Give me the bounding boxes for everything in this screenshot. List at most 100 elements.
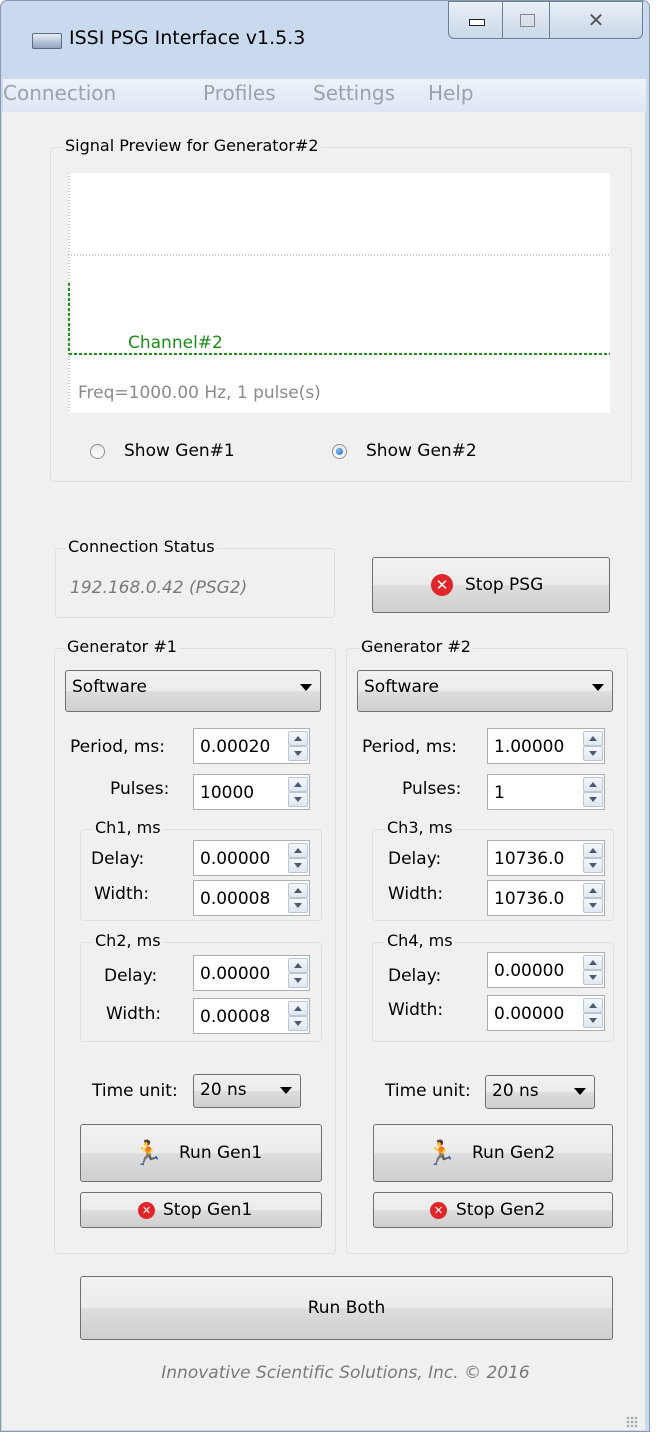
gen1-period-input[interactable]: 0.00020 [193,728,310,764]
frequency-label: Freq=1000.00 Hz, 1 pulse(s) [78,383,321,403]
gen1-ch1-width-label: Width: [94,884,150,904]
gen1-period-label: Period, ms: [70,737,165,757]
gen1-ch2-width-value: 0.00008 [200,1007,271,1027]
spin-up-icon[interactable] [288,731,308,746]
stop-gen2-label: Stop Gen2 [456,1200,546,1220]
close-button[interactable]: ✕ [549,1,643,39]
spin-down-icon[interactable] [288,898,308,913]
gen2-ch4-delay-input[interactable]: 0.00000 [487,952,605,988]
stop-psg-label: Stop PSG [465,575,544,595]
gen1-pulses-value: 10000 [200,783,255,803]
gen1-ch2-delay-value: 0.00000 [200,964,271,984]
minimize-button[interactable] [448,1,503,39]
spin-down-icon[interactable] [583,858,603,873]
run-gen1-button[interactable]: 🏃 Run Gen1 [80,1124,322,1182]
spin-up-icon[interactable] [288,1001,308,1016]
chevron-down-icon [592,684,604,691]
run-gen2-button[interactable]: 🏃 Run Gen2 [373,1124,613,1182]
show-gen2-radio[interactable] [332,444,347,459]
gen1-ch2-delay-label: Delay: [104,966,158,986]
stop-psg-button[interactable]: ✕ Stop PSG [372,557,610,613]
gen1-ch2-title: Ch2, ms [93,931,163,950]
run-both-button[interactable]: Run Both [80,1276,613,1340]
run-both-label: Run Both [307,1298,386,1318]
gen2-ch4-width-label: Width: [388,1000,444,1020]
gen2-ch4-title: Ch4, ms [385,931,455,950]
running-man-icon: 🏃 [133,1139,163,1167]
stop-gen1-button[interactable]: ✕ Stop Gen1 [80,1192,322,1228]
gen1-ch1-delay-label: Delay: [91,849,145,869]
gen1-time-unit-select[interactable]: 20 ns [193,1074,301,1108]
gen1-ch2-width-label: Width: [106,1004,162,1024]
connection-status-title: Connection Status [66,537,217,556]
resize-grip-icon[interactable] [626,1416,638,1428]
spin-down-icon[interactable] [288,973,308,988]
maximize-button[interactable] [502,1,550,39]
spin-up-icon[interactable] [583,955,603,970]
gen2-ch3-title: Ch3, ms [385,818,455,837]
chevron-down-icon [300,684,312,691]
gen1-pulses-label: Pulses: [110,779,170,799]
spin-down-icon[interactable] [583,970,603,985]
run-gen2-label: Run Gen2 [472,1143,556,1163]
spin-down-icon[interactable] [583,746,603,761]
menu-profiles[interactable]: Profiles [203,81,276,105]
menu-help[interactable]: Help [428,81,474,105]
spin-down-icon[interactable] [583,792,603,807]
spin-up-icon[interactable] [288,883,308,898]
spin-up-icon[interactable] [583,843,603,858]
title-bar[interactable]: ISSI PSG Interface v1.5.3 ✕ [1,1,649,77]
spin-down-icon[interactable] [583,898,603,913]
gen2-pulses-label: Pulses: [402,779,462,799]
gen2-ch3-width-label: Width: [388,884,444,904]
gen2-time-unit-label: Time unit: [385,1081,471,1101]
gen2-ch3-width-input[interactable]: 10736.0 [487,880,605,916]
spin-up-icon[interactable] [583,777,603,792]
spin-up-icon[interactable] [583,998,603,1013]
gen2-ch3-delay-label: Delay: [388,849,442,869]
menu-settings[interactable]: Settings [313,81,395,105]
spin-up-icon[interactable] [288,777,308,792]
spin-up-icon[interactable] [583,883,603,898]
stop-gen2-button[interactable]: ✕ Stop Gen2 [373,1192,613,1228]
gen1-mode-select[interactable]: Software [65,670,321,712]
gen2-mode-select[interactable]: Software [357,670,613,712]
gen1-ch2-delay-input[interactable]: 0.00000 [193,955,310,991]
spin-down-icon[interactable] [288,746,308,761]
spin-up-icon[interactable] [583,731,603,746]
gen2-ch4-width-input[interactable]: 0.00000 [487,995,605,1031]
spin-down-icon[interactable] [583,1013,603,1028]
gen2-ch3-delay-value: 10736.0 [494,849,565,869]
gen2-period-input[interactable]: 1.00000 [487,728,605,764]
gen2-ch4-delay-label: Delay: [388,966,442,986]
spin-up-icon[interactable] [288,843,308,858]
signal-preview-plot [68,173,610,413]
spin-down-icon[interactable] [288,858,308,873]
stop-icon: ✕ [431,574,453,596]
gen2-ch3-delay-input[interactable]: 10736.0 [487,840,605,876]
chevron-down-icon [574,1088,586,1095]
show-gen1-label: Show Gen#1 [124,441,235,461]
menu-bar: Connection Profiles Settings Help [3,79,646,113]
gen2-pulses-value: 1 [494,783,505,803]
gen1-ch1-width-input[interactable]: 0.00008 [193,880,310,916]
gen2-period-label: Period, ms: [362,737,457,757]
stop-gen1-label: Stop Gen1 [163,1200,253,1220]
spin-down-icon[interactable] [288,1016,308,1031]
gen1-mode-value: Software [72,677,147,697]
stop-icon: ✕ [138,1202,155,1219]
gen1-ch1-delay-input[interactable]: 0.00000 [193,840,310,876]
gen2-time-unit-select[interactable]: 20 ns [485,1075,595,1109]
spin-down-icon[interactable] [288,792,308,807]
gen2-ch4-delay-value: 0.00000 [494,961,565,981]
show-gen1-radio[interactable] [90,444,105,459]
maximize-icon [520,14,535,27]
gen1-time-unit-value: 20 ns [200,1080,247,1100]
spin-up-icon[interactable] [288,958,308,973]
gen1-ch2-width-input[interactable]: 0.00008 [193,998,310,1034]
gen1-pulses-input[interactable]: 10000 [193,774,310,810]
menu-connection[interactable]: Connection [3,81,116,105]
gen2-period-value: 1.00000 [494,737,565,757]
gen1-time-unit-label: Time unit: [92,1081,178,1101]
gen2-pulses-input[interactable]: 1 [487,774,605,810]
